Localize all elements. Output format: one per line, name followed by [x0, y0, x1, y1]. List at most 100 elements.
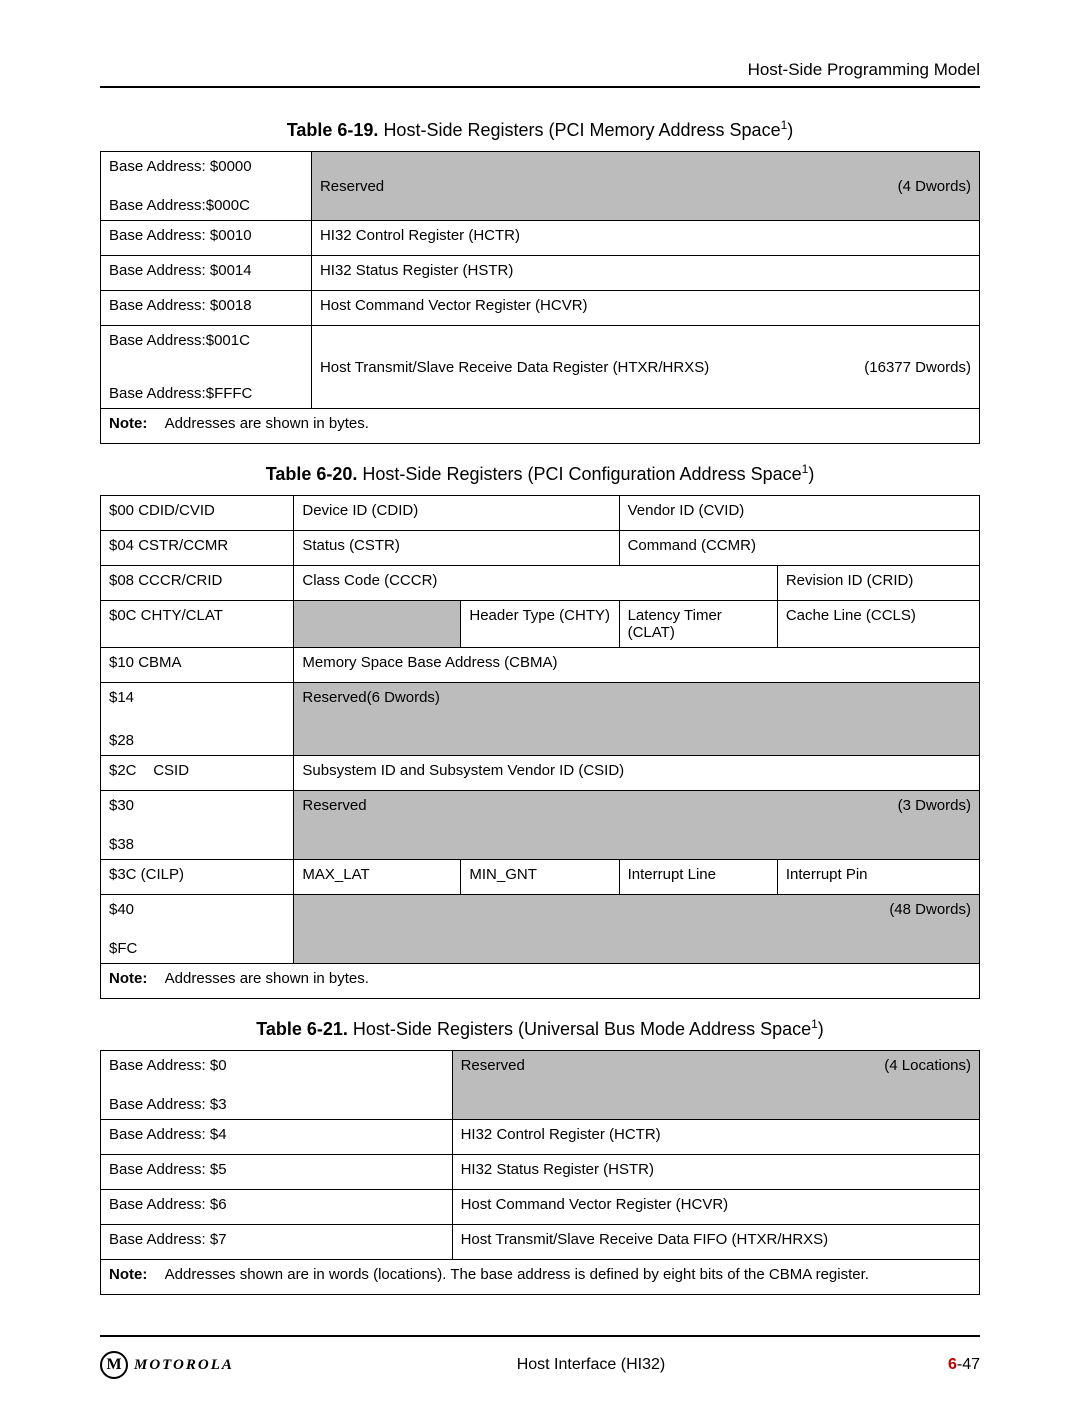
t20-addr: $10 CBMA [101, 648, 294, 683]
caption-label: Table 6-21. [256, 1019, 353, 1039]
caption-label: Table 6-20. [266, 464, 363, 484]
t19-desc-cell: Reserved (4 Dwords) [311, 152, 979, 221]
t20-desc-cell: Reserved (3 Dwords) [294, 791, 980, 860]
t19-addr: Base Address:$001C [109, 332, 250, 349]
t20-addr: $28 [109, 732, 134, 749]
t20-addr-cell: $14 $28 [101, 683, 294, 756]
footer-center: Host Interface (HI32) [234, 1356, 948, 1374]
page-content: Host-Side Programming Model Table 6-19. … [0, 0, 1080, 1409]
pg: 47 [962, 1356, 980, 1373]
t19-desc: HI32 Status Register (HSTR) [311, 256, 979, 291]
table-6-21: Base Address: $0 Base Address: $3 Reserv… [100, 1050, 980, 1295]
t20-cell: MAX_LAT [294, 860, 461, 895]
t21-addr: Base Address: $7 [101, 1225, 453, 1260]
t21-addr: Base Address: $4 [101, 1120, 453, 1155]
t20-desc-cell: (48 Dwords) [294, 895, 980, 964]
t20-note-cell: Note: Addresses are shown in bytes. [101, 964, 980, 999]
t20-addr: $00 CDID/CVID [101, 496, 294, 531]
t19-right: (16377 Dwords) [864, 359, 971, 376]
t21-desc: HI32 Status Register (HSTR) [452, 1155, 979, 1190]
t20-cell: Cache Line (CCLS) [777, 601, 979, 648]
footer-rule [100, 1335, 980, 1337]
t21-addr: Base Address: $3 [109, 1096, 227, 1113]
t20-addr: $04 CSTR/CCMR [101, 531, 294, 566]
chapter-number: 6 [948, 1356, 957, 1373]
note-text: Addresses shown are in words (locations)… [165, 1266, 869, 1283]
caption-title: Host-Side Registers (PCI Configuration A… [362, 464, 801, 484]
t20-cell: Memory Space Base Address (CBMA) [294, 648, 980, 683]
t20-cell: Header Type (CHTY) [461, 601, 619, 648]
caption-title: Host-Side Registers (PCI Memory Address … [383, 120, 780, 140]
t19-addr: Base Address:$FFFC [109, 385, 252, 402]
note-label: Note: [109, 415, 161, 432]
t20-cell: Interrupt Line [619, 860, 777, 895]
table-6-20: $00 CDID/CVID Device ID (CDID) Vendor ID… [100, 495, 980, 999]
table-6-19-caption: Table 6-19. Host-Side Registers (PCI Mem… [100, 118, 980, 141]
header-rule [100, 86, 980, 88]
t20-addr: $40 [109, 901, 134, 918]
t20-addr: $0C CHTY/CLAT [101, 601, 294, 648]
table-6-21-caption: Table 6-21. Host-Side Registers (Univers… [100, 1017, 980, 1040]
note-text: Addresses are shown in bytes. [165, 970, 369, 987]
t21-addr: Base Address: $0 [109, 1057, 227, 1074]
t20-cell [294, 601, 461, 648]
caption-close: ) [808, 464, 814, 484]
t20-cell: Status (CSTR) [294, 531, 619, 566]
t20-addr-cell: $30 $38 [101, 791, 294, 860]
t21-desc: Reserved [461, 1057, 525, 1074]
t21-addr: Base Address: $5 [101, 1155, 453, 1190]
t21-desc: Host Transmit/Slave Receive Data FIFO (H… [452, 1225, 979, 1260]
t20-right: (3 Dwords) [898, 797, 971, 814]
t19-addr: Base Address: $0014 [101, 256, 312, 291]
brand-text: MOTOROLA [134, 1357, 234, 1374]
t20-addr-cell: $40 $FC [101, 895, 294, 964]
t21-desc-cell: Reserved (4 Locations) [452, 1051, 979, 1120]
t20-cell: Class Code (CCCR) [294, 566, 777, 601]
page-number: 6-47 [948, 1356, 980, 1374]
caption-close: ) [787, 120, 793, 140]
caption-title: Host-Side Registers (Universal Bus Mode … [353, 1019, 811, 1039]
t20-cell: Subsystem ID and Subsystem Vendor ID (CS… [294, 756, 980, 791]
t20-addr: $3C (CILP) [101, 860, 294, 895]
t19-addr: Base Address: $0000 [109, 158, 252, 175]
t20-cell: Reserved(6 Dwords) [294, 683, 980, 756]
table-6-20-caption: Table 6-20. Host-Side Registers (PCI Con… [100, 462, 980, 485]
t19-note-cell: Note: Addresses are shown in bytes. [101, 409, 980, 444]
t19-addr: Base Address: $0010 [101, 221, 312, 256]
t20-cell: Vendor ID (CVID) [619, 496, 979, 531]
t19-right: (4 Dwords) [898, 178, 971, 195]
t20-cell: Command (CCMR) [619, 531, 979, 566]
caption-sup: 1 [811, 1017, 818, 1031]
t20-right: (48 Dwords) [889, 901, 971, 918]
t20-desc: Reserved [302, 797, 366, 814]
t20-addr: $38 [109, 836, 134, 853]
note-text: Addresses are shown in bytes. [165, 415, 369, 432]
page-footer: M MOTOROLA Host Interface (HI32) 6-47 [100, 1335, 980, 1379]
t19-desc: Host Command Vector Register (HCVR) [311, 291, 979, 326]
t20-addr: CSID [153, 762, 189, 779]
t20-addr: $2C [109, 762, 137, 779]
t19-addr: Base Address: $0018 [101, 291, 312, 326]
t21-right: (4 Locations) [884, 1057, 971, 1074]
t19-desc: Reserved [320, 178, 384, 195]
t21-addr: Base Address: $6 [101, 1190, 453, 1225]
t20-cell: Latency Timer (CLAT) [619, 601, 777, 648]
t20-addr: $FC [109, 940, 137, 957]
note-label: Note: [109, 1266, 161, 1283]
t19-addr: Base Address:$000C [109, 197, 250, 214]
table-6-19: Base Address: $0000 Base Address:$000C R… [100, 151, 980, 444]
t20-cell: Device ID (CDID) [294, 496, 619, 531]
motorola-logo: M MOTOROLA [100, 1351, 234, 1379]
t21-note-cell: Note: Addresses shown are in words (loca… [101, 1260, 980, 1295]
t19-addr-cell: Base Address:$001C Base Address:$FFFC [101, 326, 312, 409]
t19-desc: Host Transmit/Slave Receive Data Registe… [320, 359, 709, 376]
t20-cell: MIN_GNT [461, 860, 619, 895]
t21-addr-cell: Base Address: $0 Base Address: $3 [101, 1051, 453, 1120]
section-header: Host-Side Programming Model [100, 60, 980, 80]
t20-addr: $14 [109, 689, 134, 706]
t20-cell: Interrupt Pin [777, 860, 979, 895]
note-label: Note: [109, 970, 161, 987]
caption-close: ) [818, 1019, 824, 1039]
t21-desc: HI32 Control Register (HCTR) [452, 1120, 979, 1155]
motorola-badge-icon: M [100, 1351, 128, 1379]
